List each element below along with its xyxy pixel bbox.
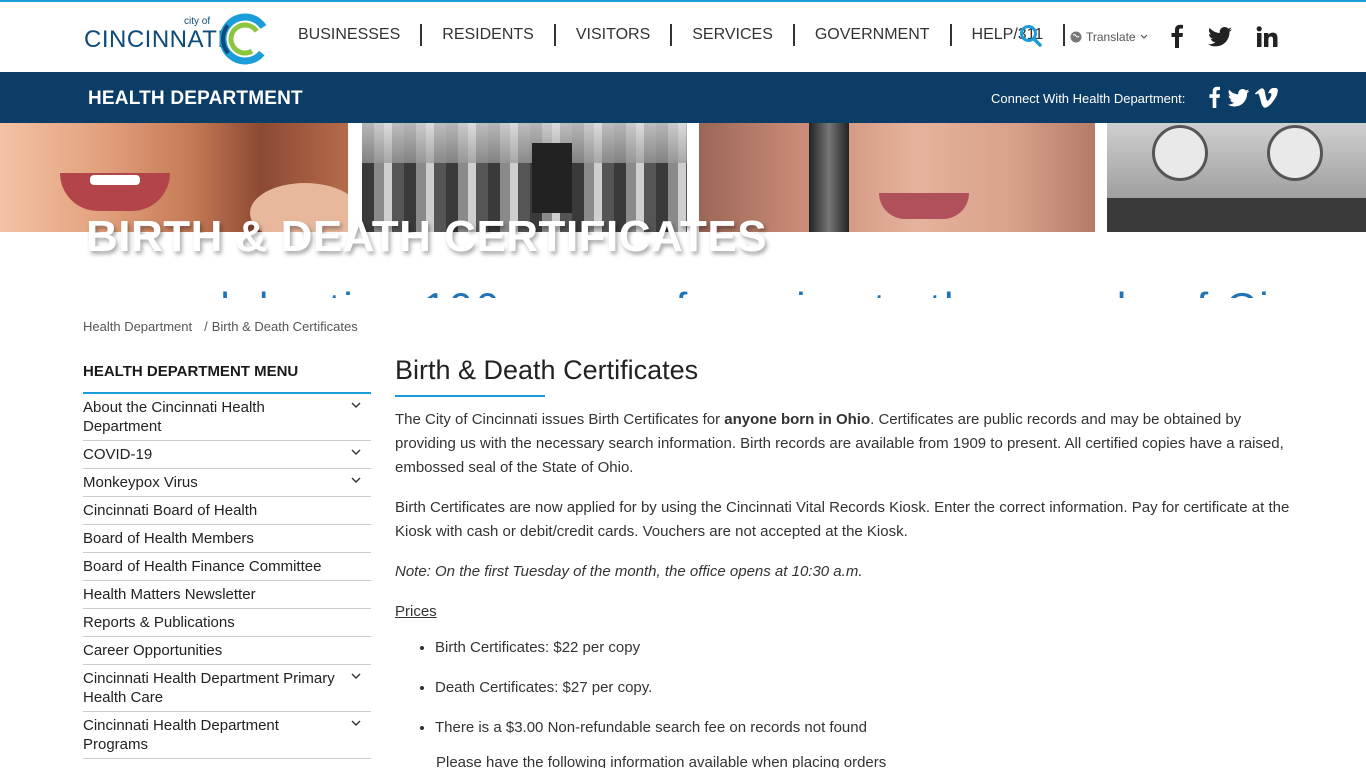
sidebar-item-label: Career Opportunities [83, 642, 223, 659]
nav-residents[interactable]: RESIDENTS [422, 24, 556, 46]
sidebar-item[interactable]: Cincinnati Health Department Programs [83, 712, 371, 759]
sidebar-item[interactable]: Board of Health Finance Committee [83, 553, 371, 581]
price-list: Birth Certificates: $22 per copy Death C… [435, 636, 1295, 740]
translate-label: Translate [1086, 30, 1136, 44]
intro-text-bold: anyone born in Ohio [724, 411, 871, 428]
page-banner-title: BIRTH & DEATH CERTIFICATES [86, 212, 768, 261]
sidebar-item-label: About the Cincinnati Health Department [83, 399, 265, 435]
breadcrumb-current: Birth & Death Certificates [211, 319, 358, 334]
sidebar-item-label: Board of Health Finance Committee [83, 558, 322, 575]
top-navigation: city of CINCINNATI BUSINESSES RESIDENTS … [0, 2, 1366, 72]
banner-tagline-text: celebrating 190 years of service to the … [170, 284, 1300, 298]
sidebar-heading: HEALTH DEPARTMENT MENU [83, 363, 371, 394]
sidebar-item[interactable]: Career Opportunities [83, 637, 371, 665]
sidebar-item-label: Health Matters Newsletter [83, 586, 256, 603]
price-item: There is a $3.00 Non-refundable search f… [435, 716, 1295, 740]
logo-c-mark-icon [219, 13, 271, 65]
heading-underline [395, 395, 545, 397]
sidebar-item-label: Reports & Publications [83, 614, 235, 631]
sidebar-item-label: Board of Health Members [83, 530, 254, 547]
banner-photo-historic-equipment [1107, 123, 1366, 232]
nav-businesses[interactable]: BUSINESSES [290, 24, 423, 46]
sidebar-item[interactable]: Board of Health Members [83, 525, 371, 553]
nav-help-311[interactable]: HELP/311 [952, 24, 1066, 46]
sidebar-item-label: Cincinnati Health Department Primary Hea… [83, 670, 335, 706]
sidebar-item-label: Monkeypox Virus [83, 474, 198, 491]
search-icon[interactable] [1019, 24, 1043, 48]
sidebar-item-label: Cincinnati Health Department Programs [83, 717, 279, 753]
chevron-down-icon[interactable] [351, 673, 361, 680]
dept-facebook-icon[interactable] [1208, 86, 1221, 108]
content-heading: Birth & Death Certificates [395, 355, 699, 385]
breadcrumb-health-department[interactable]: Health Department [83, 319, 192, 334]
breadcrumb: Health Department / Birth & Death Certific… [83, 319, 358, 334]
price-item: Death Certificates: $27 per copy. [435, 676, 1295, 700]
breadcrumb-separator: / [204, 319, 208, 334]
nav-government[interactable]: GOVERNMENT [795, 24, 952, 46]
chevron-down-icon [1140, 34, 1148, 39]
chevron-down-icon[interactable] [351, 402, 361, 409]
sidebar-item-label: Cincinnati Board of Health [83, 502, 258, 519]
nav-services[interactable]: SERVICES [672, 24, 795, 46]
price-item: Birth Certificates: $22 per copy [435, 636, 1295, 660]
sidebar-menu-list: About the Cincinnati Health Department CO… [83, 394, 371, 759]
sidebar-item[interactable]: Cincinnati Board of Health [83, 497, 371, 525]
department-name[interactable]: HEALTH DEPARTMENT [88, 88, 303, 110]
prices-heading-text: Prices [395, 603, 437, 620]
nav-visitors[interactable]: VISITORS [556, 24, 673, 46]
connect-label: Connect With Health Department: [991, 91, 1186, 106]
intro-text-start: The City of Cincinnati issues Birth Cert… [395, 411, 725, 428]
linkedin-icon[interactable] [1256, 26, 1278, 48]
sidebar-item[interactable]: About the Cincinnati Health Department [83, 394, 371, 441]
sidebar-menu: HEALTH DEPARTMENT MENU About the Cincinn… [83, 363, 371, 759]
main-nav: BUSINESSES RESIDENTS VISITORS SERVICES G… [290, 22, 1066, 48]
banner-tagline: celebrating 190 years of service to the … [170, 284, 1300, 298]
facebook-icon[interactable] [1170, 24, 1184, 48]
sidebar-item[interactable]: Monkeypox Virus [83, 469, 371, 497]
intro-paragraph: The City of Cincinnati issues Birth Cert… [395, 408, 1295, 480]
globe-icon [1070, 31, 1082, 43]
chevron-down-icon[interactable] [351, 720, 361, 727]
order-info-text: Please have the following information av… [436, 754, 887, 768]
city-logo[interactable]: city of CINCINNATI [84, 12, 274, 65]
sidebar-item[interactable]: COVID-19 [83, 441, 371, 469]
prices-heading: Prices [395, 600, 1295, 624]
chevron-down-icon[interactable] [351, 449, 361, 456]
dept-twitter-icon[interactable] [1227, 89, 1250, 107]
main-content: Birth & Death Certificates The City of C… [395, 352, 1295, 768]
sidebar-item[interactable]: Reports & Publications [83, 609, 371, 637]
department-bar: HEALTH DEPARTMENT Connect With Health De… [0, 72, 1366, 123]
twitter-icon[interactable] [1208, 27, 1232, 47]
chevron-down-icon[interactable] [351, 477, 361, 484]
sidebar-item[interactable]: Health Matters Newsletter [83, 581, 371, 609]
sidebar-item[interactable]: Cincinnati Health Department Primary Hea… [83, 665, 371, 712]
sidebar-item-label: COVID-19 [83, 446, 153, 463]
translate-dropdown[interactable]: Translate [1070, 30, 1148, 44]
vimeo-icon[interactable] [1255, 88, 1278, 108]
kiosk-paragraph: Birth Certificates are now applied for b… [395, 499, 1290, 540]
logo-name: CINCINNATI [84, 26, 225, 53]
office-hours-note: Note: On the first Tuesday of the month,… [395, 563, 863, 580]
